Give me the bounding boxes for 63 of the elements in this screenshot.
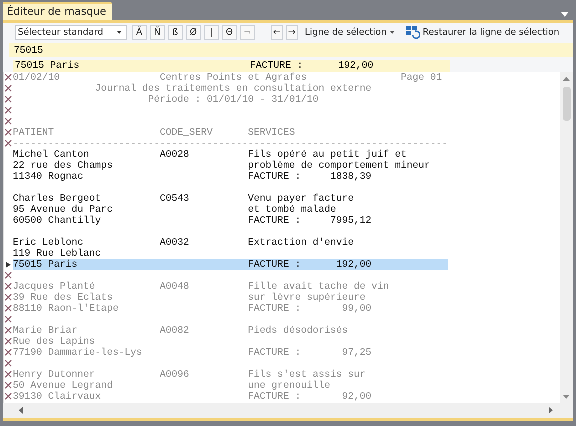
excluded-icon[interactable] — [5, 85, 12, 92]
excluded-icon[interactable] — [5, 327, 12, 334]
selection-line-menu[interactable]: Ligne de sélection — [301, 28, 399, 38]
report-line: Eric Leblonc A0032 Extraction d'envie — [13, 237, 354, 248]
excluded-icon[interactable] — [5, 382, 12, 389]
character-button[interactable]: Ñ — [150, 25, 165, 40]
scroll-left-icon[interactable] — [19, 407, 23, 414]
character-button[interactable]: Ø — [186, 25, 201, 40]
excluded-icon[interactable] — [5, 360, 12, 367]
report-line: Journal des traitements en consultation externe — [94, 83, 372, 94]
report-line: Michel Canton A0028 Fils opéré au petit juif et — [13, 149, 407, 160]
report-line: 95 Avenue du Parc et tombé malade — [13, 204, 336, 215]
report-line: Henry Dutonner A0096 Fils s'est assis sur — [13, 369, 366, 380]
scroll-up-icon[interactable] — [563, 77, 570, 81]
scroll-down-icon[interactable] — [563, 395, 570, 399]
report-line: Marie Briar A0082 Pieds désodorisés — [13, 325, 348, 336]
excluded-icon[interactable] — [5, 371, 12, 378]
report-line: 39 Rue des Eclats sur lèvre supérieure — [13, 292, 366, 303]
scrollbar-thumb[interactable] — [562, 87, 570, 121]
excluded-icon[interactable] — [5, 294, 12, 301]
excluded-icon[interactable] — [5, 316, 12, 323]
arrow-button[interactable]: ← — [271, 25, 283, 40]
report-line: 39130 Clairvaux FACTURE : 92,00 — [13, 391, 372, 402]
arrow-button[interactable]: → — [286, 25, 298, 40]
report-line: 77190 Dammarie-les-Lys FACTURE : 97,25 — [13, 347, 372, 358]
selector-dropdown[interactable]: Sélecteur standard — [15, 25, 127, 40]
dropdown-icon[interactable] — [561, 12, 569, 17]
report-line: 50 Avenue Legrand une grenouille — [13, 380, 330, 391]
report-line: Rue des Lapins — [13, 336, 96, 347]
excluded-icon[interactable] — [5, 305, 12, 312]
excluded-icon[interactable] — [5, 118, 12, 125]
excluded-icon[interactable] — [5, 393, 12, 400]
report-line: 11340 Rognac FACTURE : 1838,39 — [13, 171, 372, 182]
caret-icon — [390, 31, 395, 34]
report-line: Charles Bergeot C0543 Venu payer facture — [13, 193, 354, 204]
excluded-icon[interactable] — [5, 283, 12, 290]
excluded-icon[interactable] — [5, 349, 12, 356]
character-button[interactable]: | — [204, 25, 219, 40]
character-button[interactable]: ß — [168, 25, 183, 40]
grid-refresh-icon — [406, 26, 420, 40]
excluded-icon[interactable] — [5, 107, 12, 114]
report-line: Jacques Planté A0048 Fille avait tache de vin — [13, 281, 390, 292]
excluded-icon[interactable] — [5, 74, 12, 81]
report-line: 88110 Raon-l'Etape FACTURE : 99,00 — [13, 303, 372, 314]
report-line: 22 rue des Champs problème de comportement mineur — [13, 160, 430, 171]
report-line: 119 Rue Leblanc — [13, 248, 102, 259]
character-button[interactable]: Θ — [222, 25, 237, 40]
restore-button[interactable]: Restaurer la ligne de sélection — [402, 26, 564, 40]
editor-tab[interactable]: Éditeur de masque — [3, 2, 112, 20]
report-line: 60500 Chantilly FACTURE : 7995,12 — [13, 215, 372, 226]
character-button[interactable]: Ã — [132, 25, 147, 40]
scroll-right-icon[interactable] — [549, 407, 553, 414]
excluded-icon[interactable] — [5, 272, 12, 279]
excluded-icon[interactable] — [5, 129, 12, 136]
report-line: Période : 01/01/10 - 31/01/10 — [147, 94, 319, 105]
excluded-icon[interactable] — [5, 140, 12, 147]
excluded-icon[interactable] — [5, 338, 12, 345]
caret-icon — [117, 31, 122, 34]
report-line: PATIENT CODE_SERV SERVICES — [13, 127, 296, 138]
report-line: 01/02/10 Centres Points et Agrafes Page 01 — [13, 72, 442, 83]
report-line: -------------------------------------------------------------------------- — [13, 138, 448, 149]
mask-input-field[interactable]: 75015 — [9, 43, 573, 57]
excluded-icon[interactable] — [5, 96, 12, 103]
